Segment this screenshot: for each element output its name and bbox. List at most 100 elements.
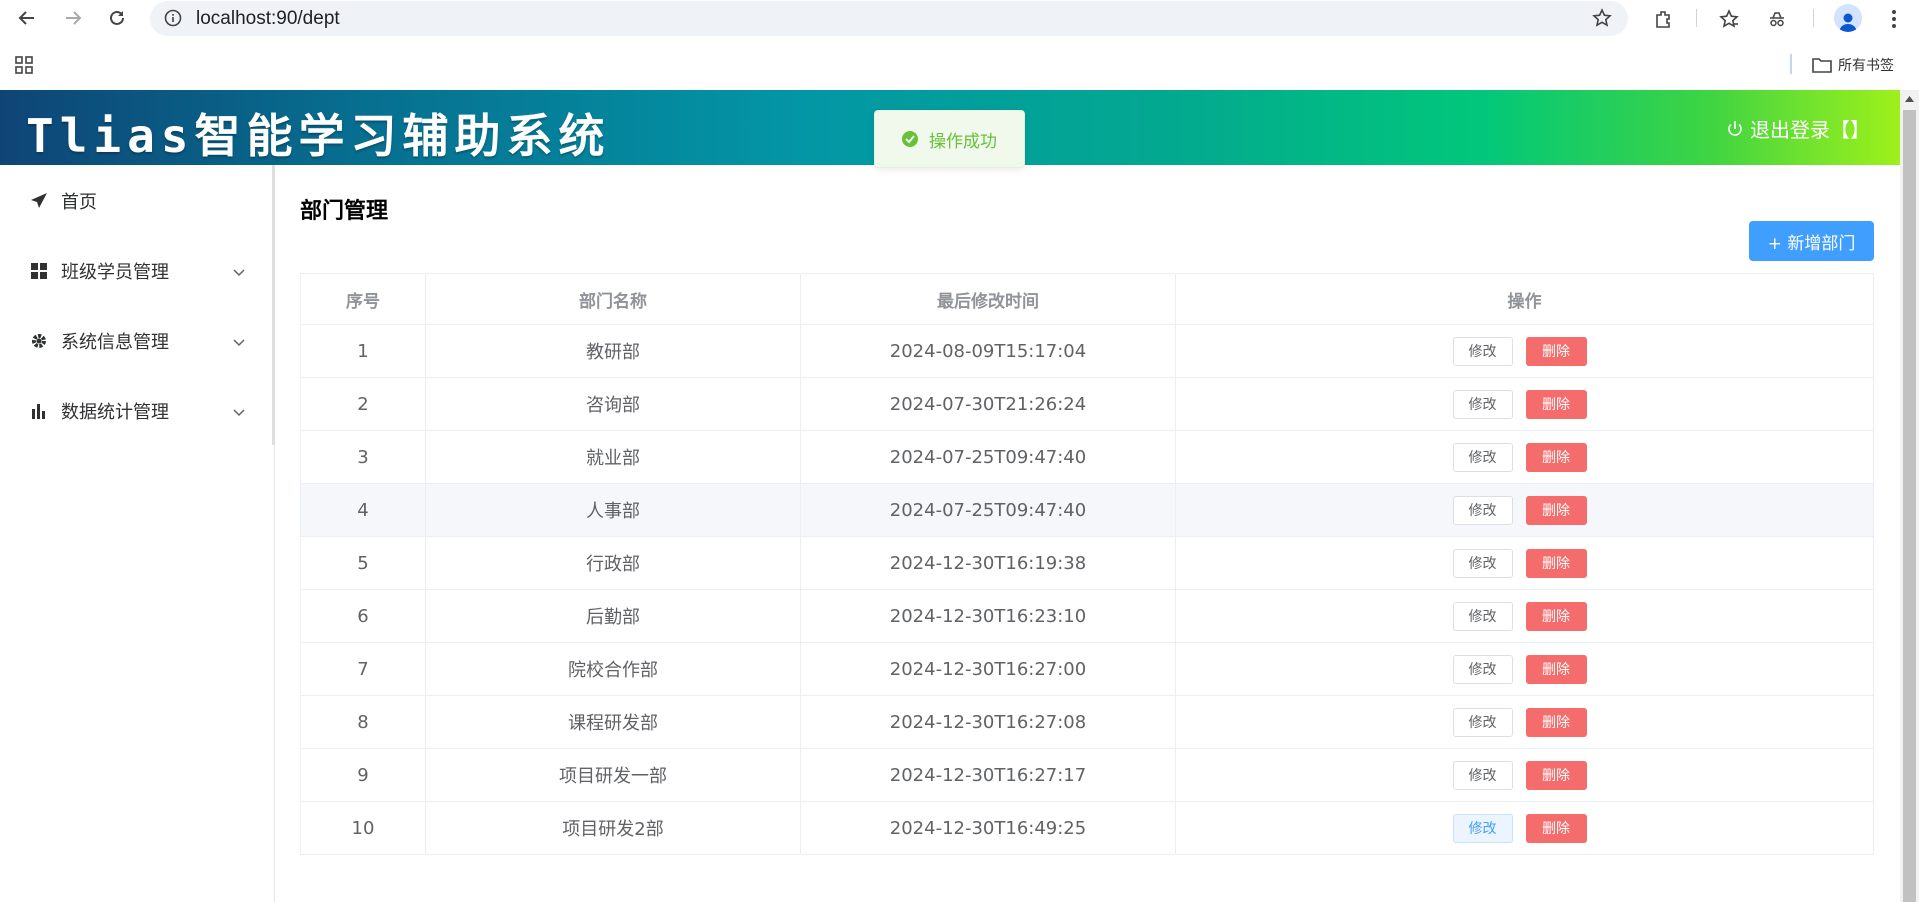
edit-button[interactable]: 修改	[1452, 760, 1513, 790]
sidebar-item-label: 数据统计管理	[61, 402, 169, 423]
chevron-down-icon	[233, 261, 245, 282]
row-department-name: 项目研发一部	[426, 749, 801, 801]
row-no: 6	[301, 590, 426, 642]
edit-button[interactable]: 修改	[1452, 813, 1513, 843]
edit-button[interactable]: 修改	[1452, 389, 1513, 419]
site-info-icon[interactable]	[164, 9, 182, 27]
edit-button[interactable]: 修改	[1452, 442, 1513, 472]
edit-button[interactable]: 修改	[1452, 601, 1513, 631]
delete-button[interactable]: 删除	[1525, 389, 1587, 419]
success-toast: 操作成功	[874, 110, 1025, 168]
row-department-name: 项目研发2部	[426, 802, 801, 854]
row-update-time: 2024-12-30T16:27:00	[801, 643, 1176, 695]
row-department-name: 课程研发部	[426, 696, 801, 748]
delete-button[interactable]: 删除	[1525, 813, 1587, 843]
sidebar-item-system-info[interactable]: 系统信息管理	[0, 313, 274, 369]
scroll-up-icon[interactable]	[1905, 96, 1914, 102]
toast-message: 操作成功	[929, 131, 997, 152]
table-row: 10 项目研发2部 2024-12-30T16:49:25 修改 删除	[301, 802, 1873, 854]
row-update-time: 2024-07-25T09:47:40	[801, 431, 1176, 483]
bookmark-star-icon[interactable]	[1592, 8, 1612, 32]
column-header-name: 部门名称	[426, 274, 801, 324]
row-update-time: 2024-12-30T16:19:38	[801, 537, 1176, 589]
delete-button[interactable]: 删除	[1525, 760, 1587, 790]
sidebar-item-class-student[interactable]: 班级学员管理	[0, 243, 274, 299]
sidebar-item-label: 首页	[61, 192, 97, 213]
page-scrollbar[interactable]	[1900, 90, 1919, 902]
sidebar-item-data-stats[interactable]: 数据统计管理	[0, 383, 274, 439]
table-header: 序号 部门名称 最后修改时间 操作	[301, 274, 1873, 325]
table-row: 8 课程研发部 2024-12-30T16:27:08 修改 删除	[301, 696, 1873, 749]
delete-button[interactable]: 删除	[1525, 654, 1587, 684]
table-row: 5 行政部 2024-12-30T16:19:38 修改 删除	[301, 537, 1873, 590]
delete-button[interactable]: 删除	[1525, 495, 1587, 525]
row-department-name: 咨询部	[426, 378, 801, 430]
row-no: 8	[301, 696, 426, 748]
page-title: 部门管理	[300, 199, 389, 224]
table-body: 1 教研部 2024-08-09T15:17:04 修改 删除 2 咨询部 2024-07-3…	[301, 325, 1873, 854]
delete-button[interactable]: 删除	[1525, 548, 1587, 578]
logout-label: 退出登录【】	[1750, 118, 1870, 142]
row-actions: 修改 删除	[1176, 590, 1873, 642]
folder-icon	[1812, 58, 1832, 73]
row-no: 4	[301, 484, 426, 536]
table-row: 9 项目研发一部 2024-12-30T16:27:17 修改 删除	[301, 749, 1873, 802]
all-bookmarks-label: 所有书签	[1838, 58, 1894, 74]
reload-icon[interactable]	[103, 4, 131, 32]
apps-grid-icon[interactable]	[14, 55, 34, 79]
edit-button[interactable]: 修改	[1452, 495, 1513, 525]
row-actions: 修改 删除	[1176, 378, 1873, 430]
row-no: 9	[301, 749, 426, 801]
edit-button[interactable]: 修改	[1452, 548, 1513, 578]
bookmarks-icon[interactable]	[1715, 5, 1743, 33]
back-icon[interactable]	[13, 4, 41, 32]
table-row: 7 院校合作部 2024-12-30T16:27:00 修改 删除	[301, 643, 1873, 696]
row-department-name: 就业部	[426, 431, 801, 483]
url-text: localhost:90/dept	[196, 8, 340, 29]
row-department-name: 教研部	[426, 325, 801, 377]
profile-avatar-icon[interactable]	[1834, 4, 1862, 32]
sidebar-resize-handle[interactable]	[272, 165, 275, 445]
table-row: 1 教研部 2024-08-09T15:17:04 修改 删除	[301, 325, 1873, 378]
paper-plane-icon	[30, 192, 48, 210]
power-icon	[1728, 120, 1742, 136]
row-update-time: 2024-07-25T09:47:40	[801, 484, 1176, 536]
check-circle-icon	[902, 131, 918, 147]
delete-button[interactable]: 删除	[1525, 601, 1587, 631]
sidebar-item-label: 班级学员管理	[61, 262, 169, 283]
delete-button[interactable]: 删除	[1525, 442, 1587, 472]
delete-button[interactable]: 删除	[1525, 707, 1587, 737]
logout-button[interactable]: 退出登录【】	[1726, 114, 1870, 143]
row-department-name: 人事部	[426, 484, 801, 536]
add-department-button[interactable]: + 新增部门	[1749, 221, 1874, 261]
row-actions: 修改 删除	[1176, 749, 1873, 801]
sidebar-item-home[interactable]: 首页	[0, 173, 274, 229]
delete-button[interactable]: 删除	[1525, 336, 1587, 366]
incognito-icon[interactable]	[1763, 5, 1791, 33]
edit-button[interactable]: 修改	[1452, 336, 1513, 366]
row-no: 5	[301, 537, 426, 589]
menu-dots-icon[interactable]	[1880, 5, 1908, 33]
row-actions: 修改 删除	[1176, 484, 1873, 536]
edit-button[interactable]: 修改	[1452, 707, 1513, 737]
extensions-icon[interactable]	[1649, 5, 1677, 33]
row-update-time: 2024-12-30T16:27:17	[801, 749, 1176, 801]
row-actions: 修改 删除	[1176, 643, 1873, 695]
app-title: Tlias智能学习辅助系统	[26, 109, 611, 163]
edit-button[interactable]: 修改	[1452, 654, 1513, 684]
row-actions: 修改 删除	[1176, 696, 1873, 748]
row-no: 3	[301, 431, 426, 483]
table-row: 2 咨询部 2024-07-30T21:26:24 修改 删除	[301, 378, 1873, 431]
toolbar-separator	[1813, 9, 1814, 27]
toolbar-separator	[1696, 9, 1697, 27]
sidebar-item-label: 系统信息管理	[61, 332, 169, 353]
row-no: 1	[301, 325, 426, 377]
scroll-thumb[interactable]	[1903, 110, 1916, 902]
row-actions: 修改 删除	[1176, 802, 1873, 854]
browser-toolbar: localhost:90/dept	[0, 0, 1919, 36]
address-bar[interactable]: localhost:90/dept	[150, 1, 1628, 36]
all-bookmarks-button[interactable]: 所有书签	[1812, 55, 1894, 75]
row-actions: 修改 删除	[1176, 537, 1873, 589]
row-actions: 修改 删除	[1176, 325, 1873, 377]
forward-icon[interactable]	[59, 4, 87, 32]
